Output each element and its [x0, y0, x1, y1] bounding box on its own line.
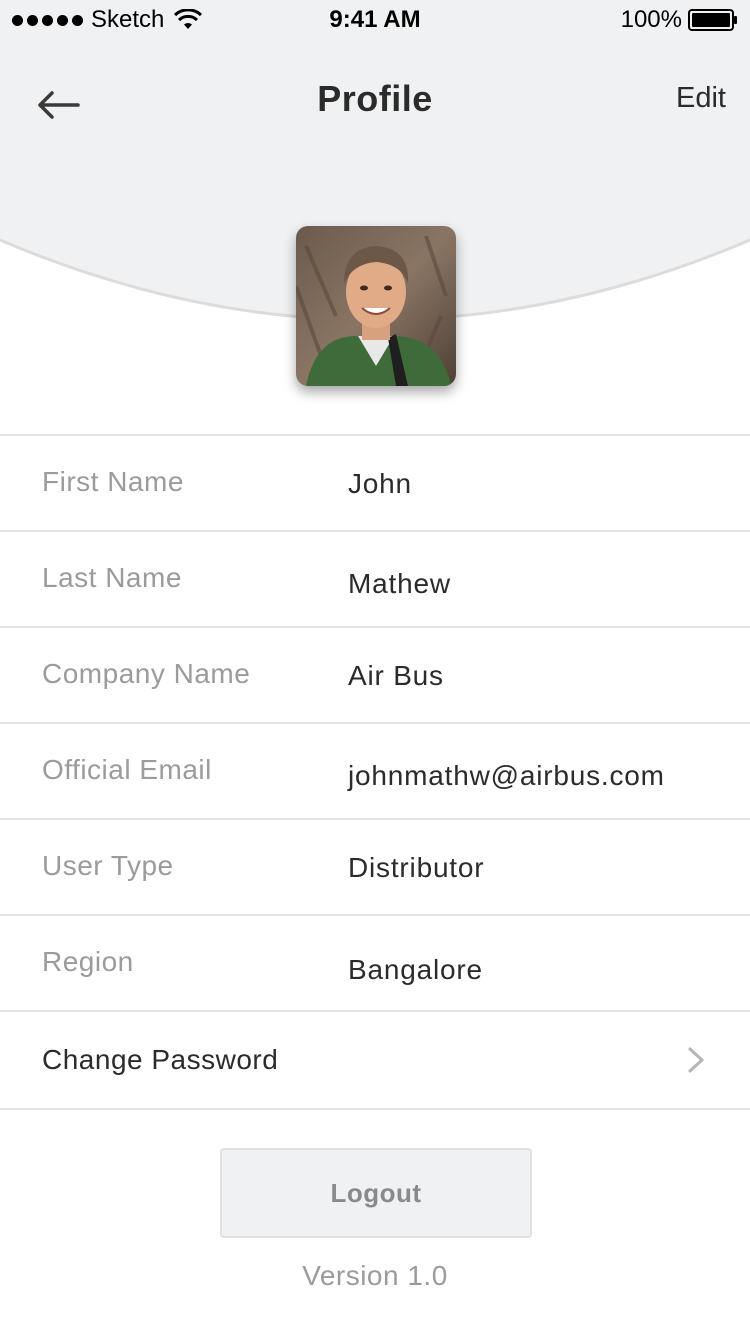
profile-info-list: First Name John Last Name Mathew Company…	[0, 434, 750, 1010]
field-value: Air Bus	[348, 660, 444, 691]
info-row-user-type: User Type Distributor	[0, 818, 750, 914]
info-row-first-name: First Name John	[0, 434, 750, 530]
chevron-right-icon	[688, 1047, 704, 1073]
field-label: Last Name	[42, 562, 182, 593]
avatar[interactable]	[296, 226, 456, 386]
info-row-last-name: Last Name Mathew	[0, 530, 750, 626]
info-row-official-email: Official Email johnmathw@airbus.com	[0, 722, 750, 818]
list-divider	[0, 1108, 750, 1110]
version-text: Version 1.0	[302, 1260, 448, 1291]
status-right: 100%	[621, 6, 738, 34]
field-label: User Type	[42, 850, 174, 881]
field-value: Bangalore	[348, 954, 483, 985]
change-password-row[interactable]: Change Password	[0, 1010, 750, 1108]
user-photo	[296, 226, 456, 386]
logout-button[interactable]: Logout	[220, 1148, 532, 1238]
change-password-label: Change Password	[42, 1044, 279, 1075]
edit-button[interactable]: Edit	[676, 82, 726, 115]
field-value: Mathew	[348, 568, 451, 599]
field-label: First Name	[42, 466, 184, 497]
info-row-region: Region Bangalore	[0, 914, 750, 1010]
battery-percentage: 100%	[620, 6, 682, 33]
field-label: Official Email	[42, 754, 212, 785]
field-value: Distributor	[348, 852, 485, 883]
field-value: johnmathw@airbus.com	[348, 760, 665, 791]
page-title: Profile	[317, 78, 433, 119]
info-row-company-name: Company Name Air Bus	[0, 626, 750, 722]
field-label: Company Name	[42, 658, 251, 689]
field-label: Region	[42, 946, 134, 977]
status-bar: Sketch 9:41 AM 100%	[0, 0, 750, 40]
battery-icon	[688, 9, 737, 31]
field-value: John	[348, 468, 412, 499]
